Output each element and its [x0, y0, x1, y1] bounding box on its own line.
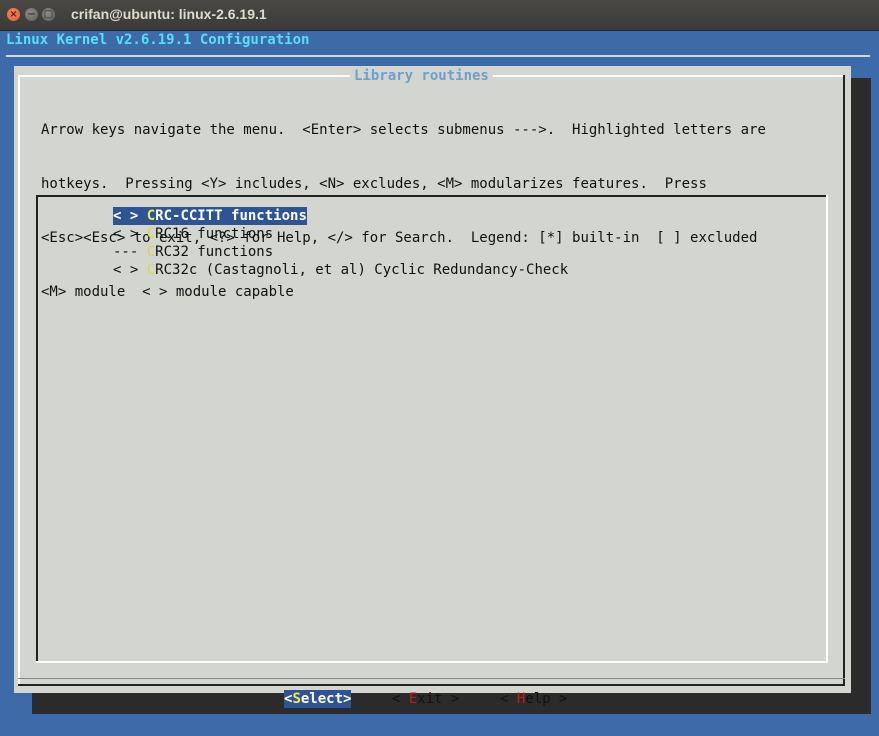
item-hotkey: C: [146, 208, 156, 224]
button-bracket: <: [392, 691, 409, 707]
button-separator: [18, 678, 845, 679]
item-prefix: < >: [113, 208, 147, 224]
select-button[interactable]: <Select>: [284, 690, 352, 708]
menu-box-border-left: [36, 195, 38, 663]
menu-item-crc32[interactable]: --- CRC32 functions: [113, 243, 568, 261]
minimize-icon[interactable]: −: [25, 8, 38, 21]
button-label: elp >: [525, 691, 568, 707]
item-label: RC32c (Castagnoli, et al) Cyclic Redunda…: [155, 262, 569, 278]
button-label: elect>: [300, 691, 352, 707]
item-hotkey: C: [146, 262, 156, 278]
menu-box-border-right: [826, 195, 828, 663]
dialog-title: Library routines: [350, 67, 493, 85]
dialog-border-left: [18, 75, 20, 686]
item-prefix: < >: [113, 262, 147, 278]
close-icon[interactable]: ×: [7, 8, 20, 21]
button-hotkey: S: [292, 691, 301, 707]
menuconfig-dialog: Library routines Arrow keys navigate the…: [14, 66, 851, 708]
menu-item-crc-ccitt[interactable]: < > CRC-CCITT functions: [113, 207, 307, 225]
button-bracket: <: [500, 691, 517, 707]
menu-item-crc32c[interactable]: < > CRC32c (Castagnoli, et al) Cyclic Re…: [113, 261, 568, 279]
window-title: crifan@ubuntu: linux-2.6.19.1: [71, 6, 267, 22]
item-prefix: ---: [113, 244, 147, 260]
item-label: RC16 functions: [155, 226, 274, 242]
item-prefix: < >: [113, 226, 147, 242]
window-titlebar[interactable]: × − □ crifan@ubuntu: linux-2.6.19.1: [0, 0, 879, 31]
maximize-icon[interactable]: □: [42, 8, 55, 21]
button-bar: <Select> < Exit > < Help >: [14, 690, 851, 710]
item-hotkey: C: [146, 244, 156, 260]
dialog-border-right: [843, 75, 845, 686]
help-line: Arrow keys navigate the menu. <Enter> se…: [41, 122, 766, 138]
menu-list-box[interactable]: < > CRC-CCITT functions < > CRC16 functi…: [36, 195, 828, 663]
dialog-border-bottom: [18, 684, 845, 686]
menu-item-crc16[interactable]: < > CRC16 functions: [113, 225, 568, 243]
button-label: xit >: [417, 691, 460, 707]
item-label: RC-CCITT functions: [155, 208, 307, 224]
app-title: Linux Kernel v2.6.19.1 Configuration: [6, 32, 310, 48]
item-label: RC32 functions: [155, 244, 274, 260]
title-divider: [6, 55, 870, 57]
menu-box-border-top: [36, 195, 828, 197]
exit-button[interactable]: < Exit >: [392, 690, 459, 708]
terminal-area: Linux Kernel v2.6.19.1 Configuration Lib…: [0, 31, 879, 736]
help-button[interactable]: < Help >: [500, 690, 567, 708]
menu-box-border-bottom: [36, 661, 828, 663]
help-line: hotkeys. Pressing <Y> includes, <N> excl…: [41, 176, 707, 192]
menu-items: < > CRC-CCITT functions < > CRC16 functi…: [113, 205, 568, 279]
item-hotkey: C: [146, 226, 156, 242]
